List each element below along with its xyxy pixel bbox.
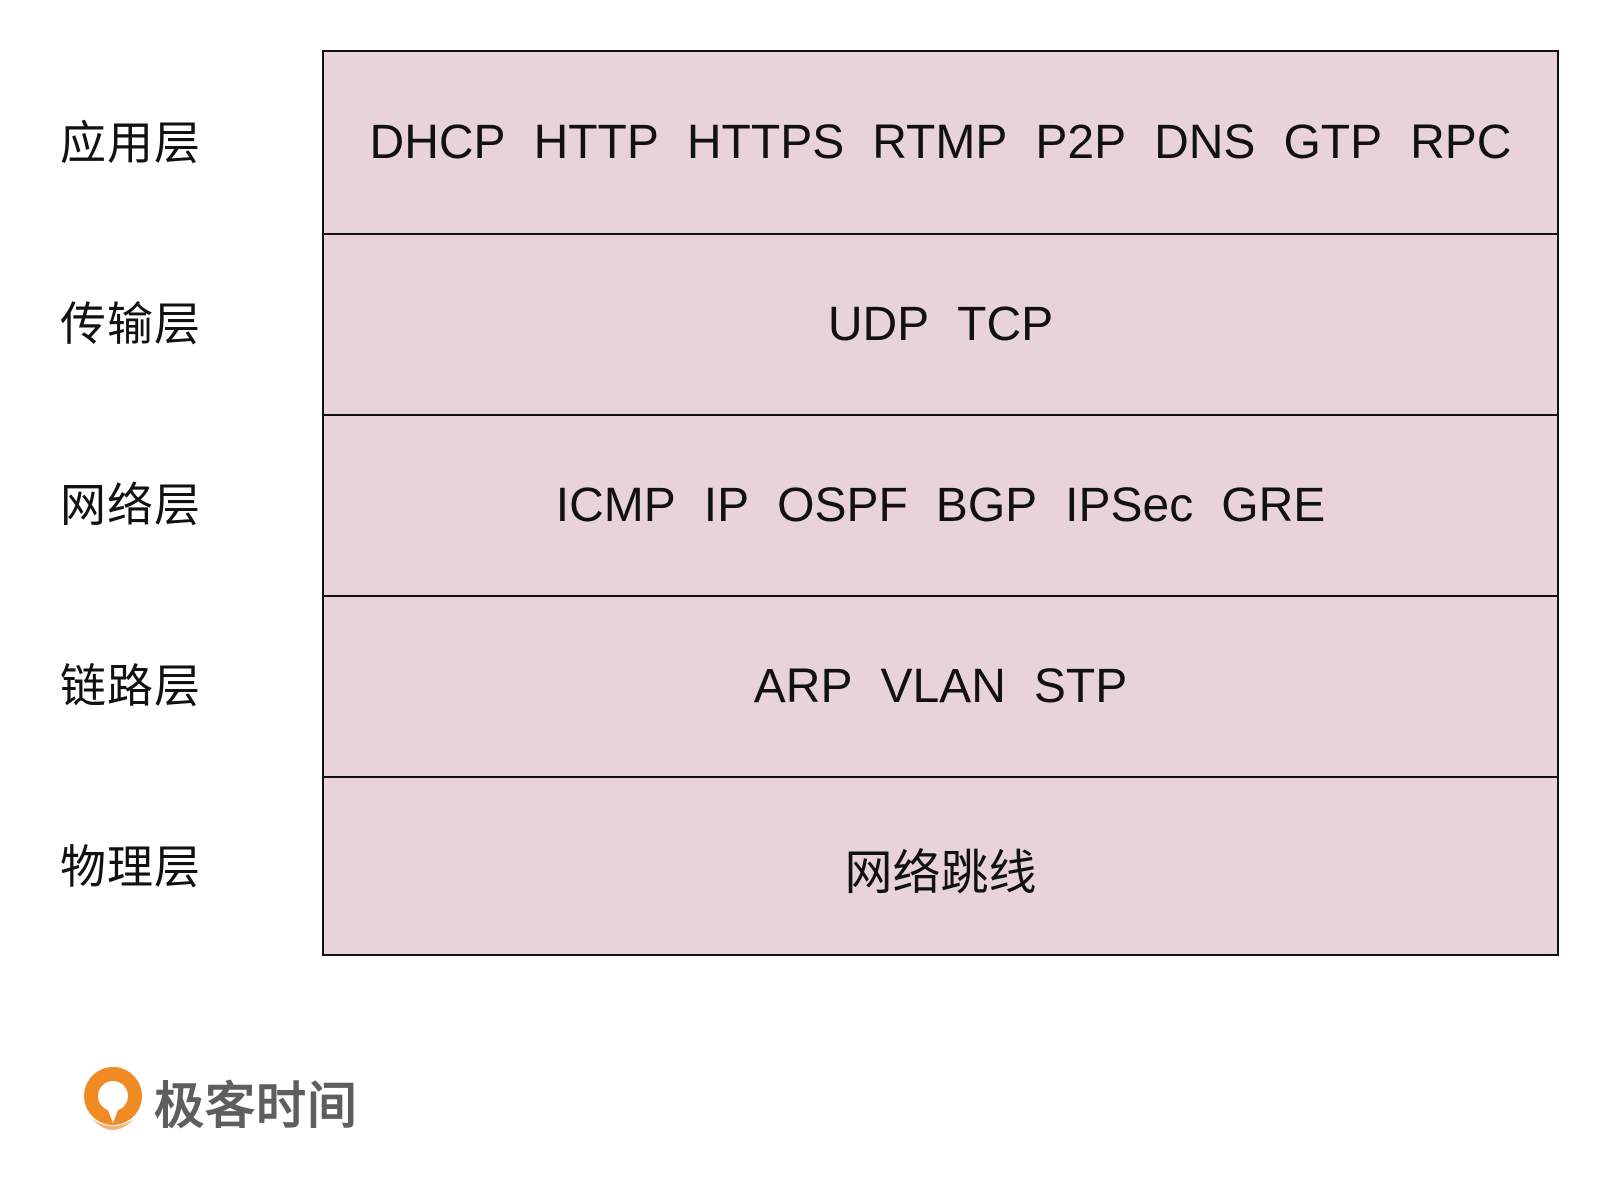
protocol-ospf: OSPF [777,479,908,532]
layer-row-application: DHCP HTTP HTTPS RTMP P2P DNS GTP RPC [324,52,1557,233]
layer-label-transport: 传输层 [60,297,201,351]
layer-label-physical: 物理层 [60,840,201,894]
protocol-rpc: RPC [1410,116,1512,169]
protocol-stp: STP [1033,660,1128,713]
protocol-udp: UDP [827,298,930,351]
protocol-gtp: GTP [1283,116,1383,169]
protocol-vlan: VLAN [880,660,1006,713]
protocol-p2p: P2P [1035,116,1127,169]
protocol-gre: GRE [1221,479,1326,532]
layer-row-network: ICMP IP OSPF BGP IPSec GRE [324,414,1557,595]
protocol-rtmp: RTMP [872,116,1008,169]
protocol-dns: DNS [1154,116,1256,169]
layer-label-network: 网络层 [60,478,201,532]
protocol-network-cable: 网络跳线 [844,846,1037,900]
logo-text: 极客时间 [154,1077,358,1135]
protocol-dhcp: DHCP [369,116,506,169]
layer-row-link: ARP VLAN STP [324,595,1557,776]
protocol-ipsec: IPSec [1065,479,1194,532]
protocol-icmp: ICMP [555,479,676,532]
protocol-stack: DHCP HTTP HTTPS RTMP P2P DNS GTP RPC UDP… [322,50,1559,956]
layer-row-physical: 网络跳线 [324,776,1557,957]
layer-row-transport: UDP TCP [324,233,1557,414]
protocol-bgp: BGP [935,479,1038,532]
geektime-logo-icon [84,1067,142,1130]
protocol-ip: IP [703,479,750,532]
geektime-logo: 极客时间 [80,1062,358,1142]
layer-label-application: 应用层 [60,116,201,170]
protocol-tcp: TCP [957,298,1054,351]
protocol-arp: ARP [753,660,853,713]
protocol-http: HTTP [533,116,659,169]
protocol-https: HTTPS [686,116,845,169]
layer-label-link: 链路层 [60,659,201,713]
